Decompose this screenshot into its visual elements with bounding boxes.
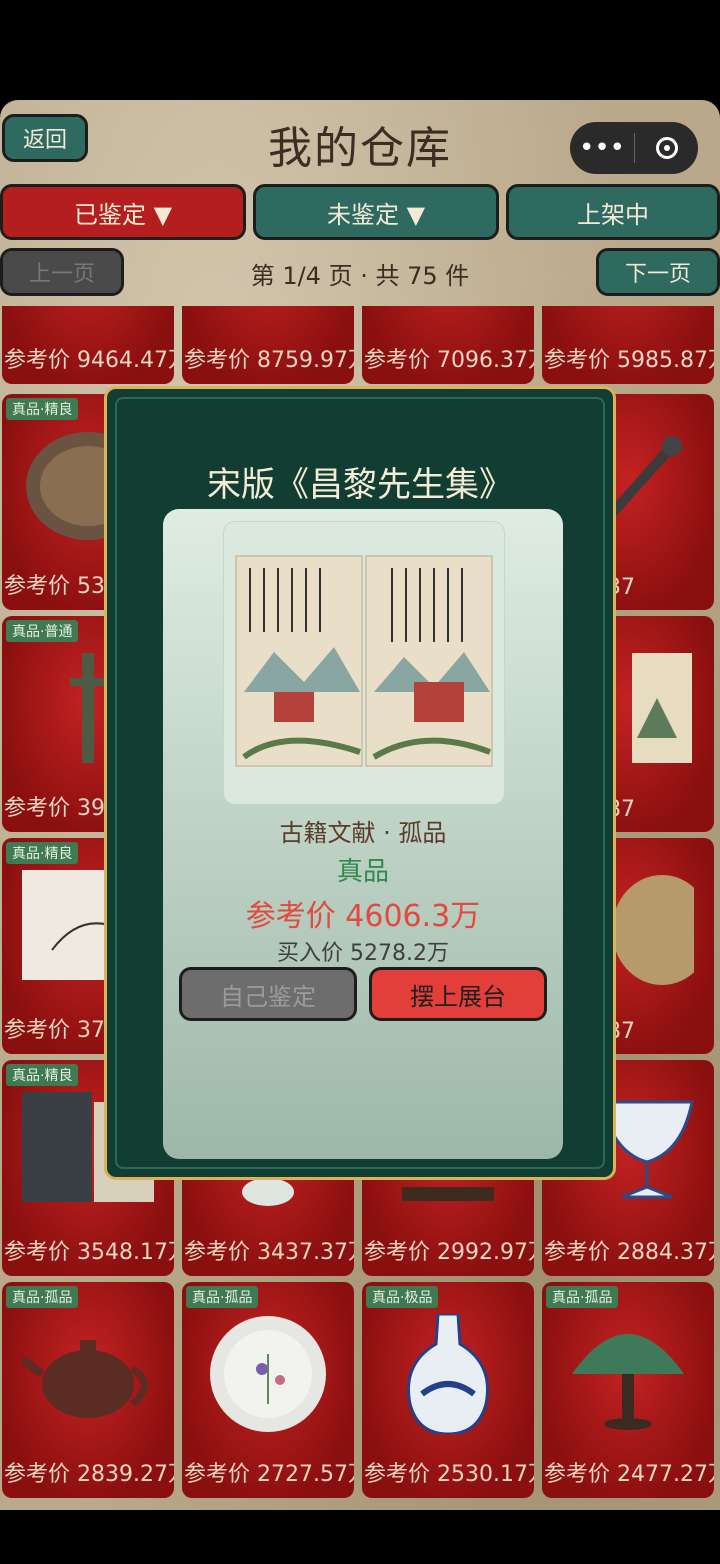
authenticity-label: 真品 [336,857,389,887]
item-detail-modal: 宋版《昌黎先生集》 古籍文献 · 孤品 真品 参考价 4606.3万 买入价 5… [104,386,616,1180]
buy-price: 买入价 5278.2万 [277,941,449,966]
item-price: 参考价 3548.17万 [4,1240,174,1265]
item-category: 古籍文献 · 孤品 [279,819,447,847]
item-tag: 真品·孤品 [186,1286,259,1308]
teapot-image [22,1340,148,1418]
next-page-button[interactable]: 下一页 [596,248,720,296]
reference-price: 参考价 4606.3万 [245,899,481,934]
item-tag: 真品·孤品 [546,1286,619,1308]
target-close-icon[interactable] [635,137,698,159]
item-price: 参考价 7096.37万 [364,348,534,373]
item-card[interactable]: 参考价 9464.47万 [2,306,174,384]
more-dots-icon[interactable]: ••• [570,122,634,174]
item-price: 参考价 2992.97万 [364,1240,534,1265]
ancient-book-illustration [235,555,493,767]
item-card[interactable]: 参考价 5985.87万 [542,306,714,384]
item-card[interactable]: 真品·孤品 参考价 2477.27万 [542,1282,714,1498]
blue-white-vase-image [407,1314,489,1434]
item-tag: 真品·精良 [6,842,79,864]
tiffany-lamp-image [572,1334,684,1430]
item-tag: 真品·精良 [6,398,79,420]
filter-unappraised[interactable]: 未鉴定 ▼ [253,184,499,240]
filter-appraised[interactable]: 已鉴定 ▼ [0,184,246,240]
floral-plate-image [210,1316,326,1432]
item-tag: 真品·精良 [6,1064,79,1086]
item-price: 参考价 2727.57万 [184,1462,354,1487]
item-price: 参考价 3437.37万 [184,1240,354,1265]
item-card[interactable]: 真品·孤品 参考价 2839.27万 [2,1282,174,1498]
item-card[interactable]: 参考价 7096.37万 [362,306,534,384]
item-price: 参考价 8759.97万 [184,348,354,373]
filter-listed[interactable]: 上架中 [506,184,720,240]
self-appraise-button[interactable]: 自己鉴定 [179,967,357,1021]
item-tag: 真品·极品 [366,1286,439,1308]
item-price: 参考价 2884.37万 [544,1240,714,1265]
item-price: 参考价 5985.87万 [544,348,714,373]
item-card[interactable]: 真品·孤品 参考价 2727.57万 [182,1282,354,1498]
item-card[interactable]: 参考价 8759.97万 [182,306,354,384]
item-image-frame [223,521,505,805]
modal-title: 宋版《昌黎先生集》 [207,465,513,505]
item-price: 参考价 2530.17万 [364,1462,534,1487]
item-tag: 真品·孤品 [6,1286,79,1308]
item-tag: 真品·普通 [6,620,79,642]
put-on-display-button[interactable]: 摆上展台 [369,967,547,1021]
modal-panel: 古籍文献 · 孤品 真品 参考价 4606.3万 买入价 5278.2万 自己鉴… [163,509,563,1159]
item-price: 参考价 2477.27万 [544,1462,714,1487]
mini-program-capsule: ••• [570,122,698,174]
item-price: 参考价 9464.47万 [4,348,174,373]
item-card[interactable]: 真品·极品 参考价 2530.17万 [362,1282,534,1498]
item-price: 参考价 2839.27万 [4,1462,174,1487]
